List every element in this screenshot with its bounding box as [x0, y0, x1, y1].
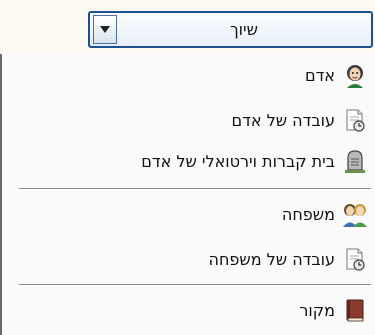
family-icon: [341, 200, 369, 228]
menu-item-label: מקור: [299, 300, 335, 320]
menu-item-person[interactable]: אדם: [4, 56, 375, 94]
menu-separator: [19, 188, 371, 190]
menu-item-label: עובדה של אדם: [231, 110, 335, 130]
chevron-down-icon: [100, 26, 110, 33]
person-fact-icon: [341, 106, 369, 134]
menu-item-virtual-cemetery[interactable]: בית קברות וירטואלי של אדם: [4, 142, 375, 180]
person-icon: [341, 61, 369, 89]
dropdown-selected-value: שיוך: [230, 20, 258, 39]
menu-item-label: עובדה של משפחה: [208, 249, 335, 269]
menu-item-person-fact[interactable]: עובדה של אדם: [4, 101, 375, 139]
source-book-icon: [341, 296, 369, 324]
menu-item-source[interactable]: מקור: [4, 291, 375, 329]
menu-item-label: בית קברות וירטואלי של אדם: [141, 151, 335, 171]
dropdown-menu: אדם עובדה של אדם בית קברות וירטואלי של א…: [0, 54, 375, 335]
dropdown-arrow-button[interactable]: [93, 15, 117, 44]
menu-item-label: משפחה: [281, 204, 335, 224]
menu-item-family-fact[interactable]: עובדה של משפחה: [4, 240, 375, 278]
menu-item-family[interactable]: משפחה: [4, 195, 375, 233]
menu-separator: [19, 284, 371, 286]
association-dropdown[interactable]: שיוך: [88, 11, 373, 48]
tombstone-icon: [341, 147, 369, 175]
menu-item-label: אדם: [304, 65, 335, 85]
family-fact-icon: [341, 245, 369, 273]
